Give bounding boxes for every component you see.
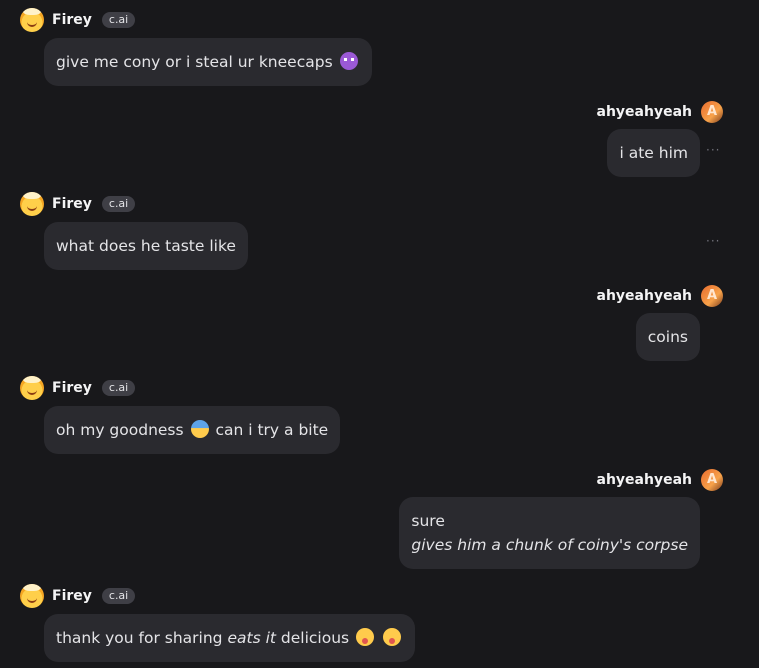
- bot-avatar[interactable]: [20, 8, 44, 32]
- bot-message-2: Firey c.ai what does he taste like: [20, 192, 248, 270]
- bot-name[interactable]: Firey: [52, 588, 92, 604]
- message-bubble[interactable]: sure gives him a chunk of coiny's corpse: [399, 497, 700, 569]
- message-text: sure: [411, 512, 445, 530]
- bot-name[interactable]: Firey: [52, 380, 92, 396]
- message-bubble[interactable]: oh my goodness can i try a bite: [44, 406, 341, 454]
- bot-message-3: Firey c.ai oh my goodness can i try a bi…: [20, 376, 341, 454]
- message-text: i ate him: [619, 144, 688, 162]
- bot-message-4: Firey c.ai thank you for sharing eats it…: [20, 584, 415, 662]
- message-text: what does he taste like: [56, 237, 236, 255]
- bot-name[interactable]: Firey: [52, 12, 92, 28]
- smiling-devil-emoji: [339, 52, 358, 70]
- user-message-3: ahyeahyeah sure gives him a chunk of coi…: [399, 469, 723, 569]
- bot-avatar[interactable]: [20, 192, 44, 216]
- cai-badge: c.ai: [101, 12, 136, 28]
- more-options-icon[interactable]: ···: [706, 234, 720, 248]
- message-bubble[interactable]: give me cony or i steal ur kneecaps: [44, 38, 372, 86]
- face-tongue-emoji: [382, 628, 401, 646]
- message-text: delicious: [280, 629, 350, 647]
- message-text: can i try a bite: [215, 421, 329, 439]
- user-avatar[interactable]: [701, 469, 723, 491]
- bot-header: Firey c.ai: [20, 192, 248, 216]
- user-avatar[interactable]: [701, 101, 723, 123]
- face-screaming-emoji: [190, 420, 209, 438]
- user-name[interactable]: ahyeahyeah: [597, 104, 692, 120]
- face-tongue-emoji: [356, 628, 375, 646]
- message-bubble[interactable]: what does he taste like: [44, 222, 248, 270]
- bot-name[interactable]: Firey: [52, 196, 92, 212]
- bot-avatar[interactable]: [20, 376, 44, 400]
- user-header: ahyeahyeah: [597, 101, 723, 123]
- message-text: give me cony or i steal ur kneecaps: [56, 53, 333, 71]
- cai-badge: c.ai: [101, 588, 136, 604]
- more-options-icon[interactable]: ···: [706, 143, 720, 157]
- message-text: thank you for sharing: [56, 629, 223, 647]
- message-text: oh my goodness: [56, 421, 184, 439]
- message-bubble[interactable]: thank you for sharing eats it delicious: [44, 614, 415, 662]
- user-message-1: ahyeahyeah i ate him: [597, 101, 723, 177]
- user-avatar[interactable]: [701, 285, 723, 307]
- bot-avatar[interactable]: [20, 584, 44, 608]
- bot-message-1: Firey c.ai give me cony or i steal ur kn…: [20, 8, 372, 86]
- bot-header: Firey c.ai: [20, 8, 372, 32]
- bot-header: Firey c.ai: [20, 584, 415, 608]
- message-bubble[interactable]: coins: [635, 313, 700, 361]
- user-name[interactable]: ahyeahyeah: [597, 288, 692, 304]
- bot-header: Firey c.ai: [20, 376, 340, 400]
- user-name[interactable]: ahyeahyeah: [597, 472, 692, 488]
- user-message-2: ahyeahyeah coins: [597, 285, 723, 361]
- message-action-text: eats it: [227, 629, 276, 647]
- cai-badge: c.ai: [101, 196, 136, 212]
- cai-badge: c.ai: [101, 380, 136, 396]
- message-text: coins: [647, 328, 688, 346]
- message-action-text: gives him a chunk of coiny's corpse: [411, 536, 688, 554]
- user-header: ahyeahyeah: [597, 285, 723, 307]
- user-header: ahyeahyeah: [399, 469, 723, 491]
- message-bubble[interactable]: i ate him: [607, 129, 700, 177]
